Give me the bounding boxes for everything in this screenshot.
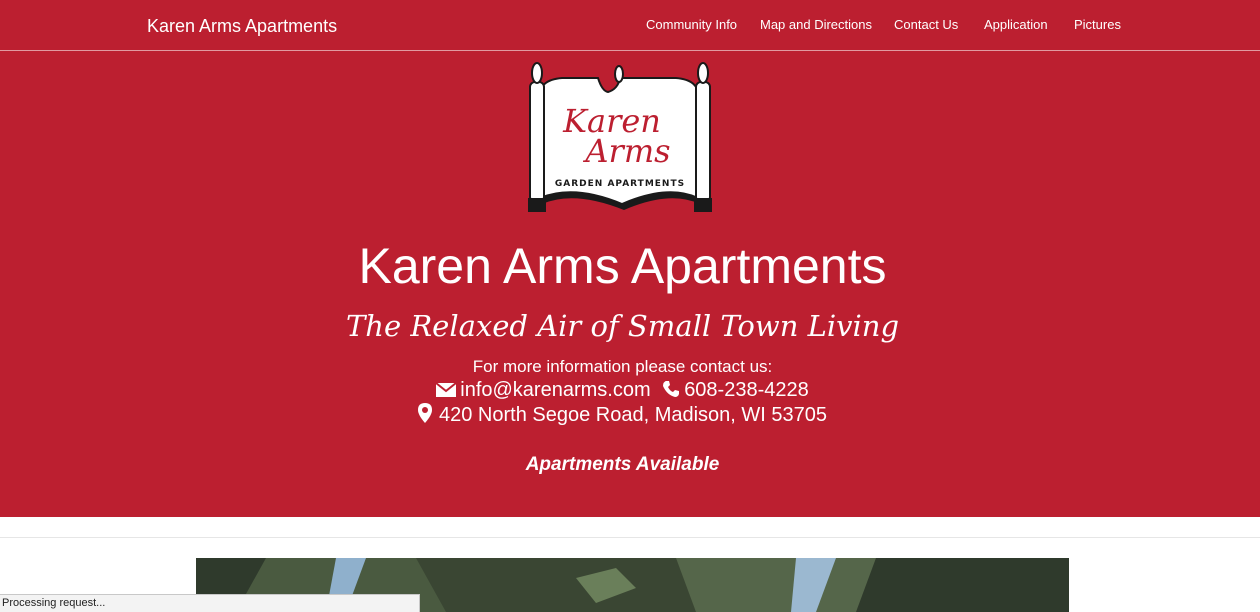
- map-marker-icon: [417, 403, 432, 423]
- nav-map-and-directions[interactable]: Map and Directions: [760, 17, 872, 33]
- section-divider: [0, 537, 1260, 538]
- nav-community-info[interactable]: Community Info: [646, 17, 737, 33]
- tagline: The Relaxed Air of Small Town Living: [345, 309, 900, 343]
- karen-arms-logo: Karen Arms GARDEN APARTMENTS: [528, 62, 712, 212]
- email-link[interactable]: info@karenarms.com: [460, 379, 650, 401]
- hero-banner: Karen Arms Apartments Community Info Map…: [0, 0, 1260, 517]
- phone-icon: [663, 381, 680, 397]
- address-text: 420 North Segoe Road, Madison, WI 53705: [438, 404, 828, 426]
- address-row: 420 North Segoe Road, Madison, WI 53705: [0, 402, 1245, 428]
- nav-contact-us[interactable]: Contact Us: [894, 17, 958, 33]
- contact-row: info@karenarms.com 608-238-4228: [0, 377, 1245, 403]
- contact-prompt: For more information please contact us:: [472, 357, 773, 376]
- phone-link[interactable]: 608-238-4228: [684, 379, 809, 401]
- page-title: Karen Arms Apartments: [358, 238, 887, 294]
- nav-links: Community Info Map and Directions Contac…: [0, 0, 1260, 51]
- browser-status-bar: Processing request...: [0, 594, 420, 612]
- envelope-icon: [436, 382, 457, 397]
- logo-subtitle: GARDEN APARTMENTS: [555, 179, 685, 189]
- top-navbar: Karen Arms Apartments Community Info Map…: [0, 0, 1260, 51]
- nav-application[interactable]: Application: [984, 17, 1048, 33]
- logo-arms-text: Arms: [582, 132, 670, 170]
- nav-pictures[interactable]: Pictures: [1074, 17, 1121, 33]
- availability-notice: Apartments Available: [525, 454, 720, 475]
